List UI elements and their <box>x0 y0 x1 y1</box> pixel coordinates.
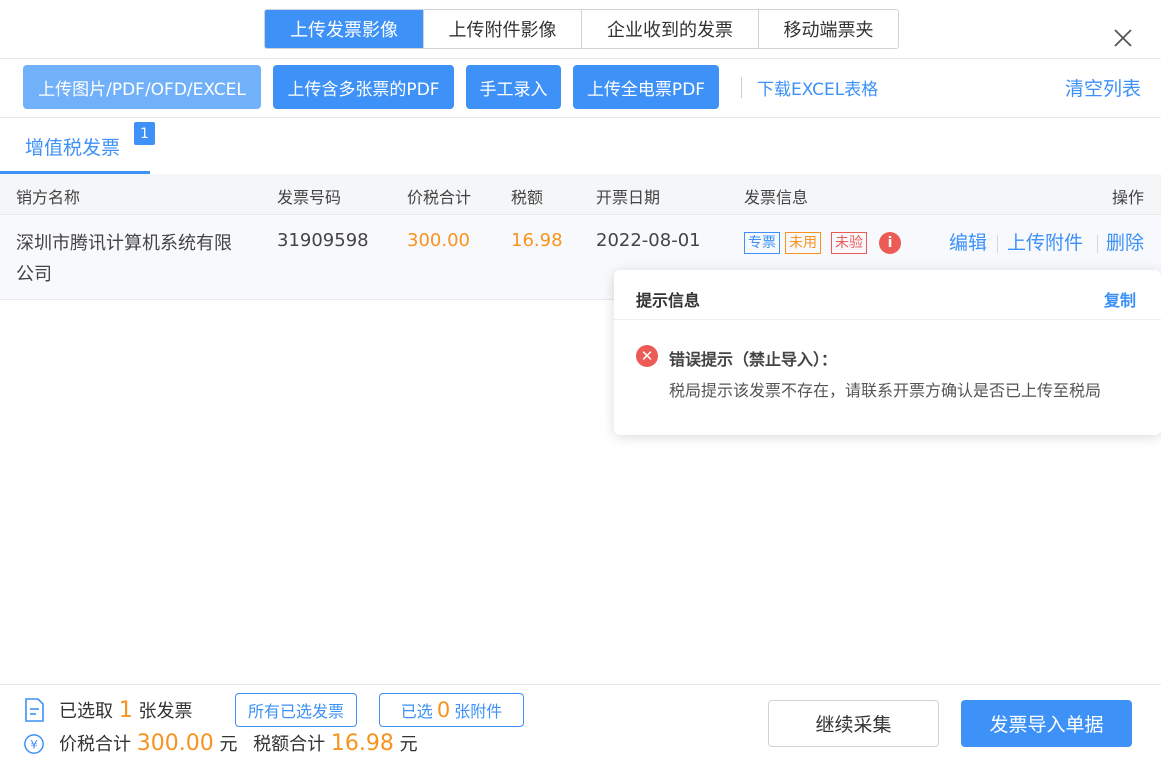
amount-summary: 价税合计 300.00 元 税额合计 16.98 元 <box>59 730 418 756</box>
info-icon[interactable]: i <box>879 232 901 254</box>
selected-suffix: 张发票 <box>138 701 193 722</box>
tab-mobile-folder[interactable]: 移动端票夹 <box>759 10 898 48</box>
tooltip-popover: 提示信息 复制 ✕ 错误提示（禁止导入）： 税局提示该发票不存在，请联系开票方确… <box>614 270 1161 435</box>
upload-attachment-button[interactable]: 上传附件 <box>1007 228 1083 255</box>
total-value: 300.00 <box>136 731 214 756</box>
tax-unit: 元 <box>399 734 418 755</box>
tab-vat-invoice[interactable]: 增值税发票 1 <box>0 118 155 174</box>
tag-unused: 未用 <box>785 232 821 254</box>
selected-count: 1 <box>118 698 133 723</box>
all-selected-button[interactable]: 所有已选发票 <box>235 693 357 727</box>
import-invoice-button[interactable]: 发票导入单据 <box>961 700 1132 747</box>
tab-received-invoices[interactable]: 企业收到的发票 <box>582 10 759 48</box>
manual-entry-button[interactable]: 手工录入 <box>466 65 561 109</box>
divider <box>0 117 1161 118</box>
continue-collect-button[interactable]: 继续采集 <box>768 700 939 747</box>
selected-summary: 已选取 1 张发票 <box>59 697 192 723</box>
tag-special-invoice: 专票 <box>744 232 780 254</box>
header-actions: 操作 <box>1112 188 1145 207</box>
tab-upload-invoice-image[interactable]: 上传发票影像 <box>265 10 424 48</box>
yuan-icon: ¥ <box>24 734 44 754</box>
top-tab-bar: 上传发票影像 上传附件影像 企业收到的发票 移动端票夹 <box>264 9 899 49</box>
toolbar: 上传图片/PDF/OFD/EXCEL 上传含多张票的PDF 手工录入 上传全电票… <box>0 65 1161 109</box>
error-icon: ✕ <box>636 345 658 367</box>
document-icon <box>25 698 44 722</box>
attach-count: 0 <box>436 698 451 722</box>
copy-button[interactable]: 复制 <box>1104 287 1136 311</box>
upload-all-electric-button[interactable]: 上传全电票PDF <box>573 65 719 109</box>
upload-multi-pdf-button[interactable]: 上传含多张票的PDF <box>273 65 454 109</box>
cell-tax: 16.98 <box>511 230 563 251</box>
header-total: 价税合计 <box>407 188 472 207</box>
tax-value: 16.98 <box>330 731 394 756</box>
cell-total: 300.00 <box>407 230 470 251</box>
popover-title: 提示信息 <box>636 291 701 310</box>
divider <box>614 319 1161 320</box>
error-message: 税局提示该发票不存在，请联系开票方确认是否已上传至税局 <box>669 381 1102 400</box>
error-title: 错误提示（禁止导入）： <box>669 350 838 369</box>
tax-label: 税额合计 <box>253 734 326 755</box>
upload-image-button[interactable]: 上传图片/PDF/OFD/EXCEL <box>23 65 261 109</box>
delete-button[interactable]: 删除 <box>1106 228 1144 255</box>
total-label: 价税合计 <box>59 734 131 755</box>
toolbar-separator <box>741 77 742 98</box>
table-header: 销方名称 发票号码 价税合计 税额 开票日期 发票信息 操作 <box>0 174 1161 215</box>
clear-list-link[interactable]: 清空列表 <box>1065 65 1141 109</box>
tab-vat-invoice-label: 增值税发票 <box>25 137 121 159</box>
header-date: 开票日期 <box>596 188 661 207</box>
cell-invoice-no: 31909598 <box>277 230 369 251</box>
header-tax: 税额 <box>511 188 544 207</box>
header-info: 发票信息 <box>744 188 809 207</box>
action-separator <box>997 235 998 253</box>
close-icon[interactable] <box>1112 27 1134 49</box>
divider <box>0 58 1161 59</box>
tag-unverified: 未验 <box>831 232 867 254</box>
download-excel-link[interactable]: 下载EXCEL表格 <box>757 65 878 109</box>
cell-seller: 深圳市腾讯计算机系统有限公司 <box>16 233 232 285</box>
tab-upload-attachment-image[interactable]: 上传附件影像 <box>424 10 582 48</box>
header-invoice-no: 发票号码 <box>277 188 342 207</box>
cell-date: 2022-08-01 <box>596 230 701 251</box>
total-unit: 元 <box>219 734 238 755</box>
svg-text:¥: ¥ <box>30 738 38 752</box>
header-seller: 销方名称 <box>16 188 81 207</box>
action-separator <box>1097 235 1098 253</box>
divider <box>0 684 1161 685</box>
selected-attachments-button[interactable]: 已选 0 张附件 <box>379 693 524 727</box>
edit-button[interactable]: 编辑 <box>949 228 987 255</box>
count-badge: 1 <box>134 122 155 145</box>
attach-suffix: 张附件 <box>454 702 503 721</box>
attach-prefix: 已选 <box>400 702 433 721</box>
selected-prefix: 已选取 <box>59 701 113 722</box>
